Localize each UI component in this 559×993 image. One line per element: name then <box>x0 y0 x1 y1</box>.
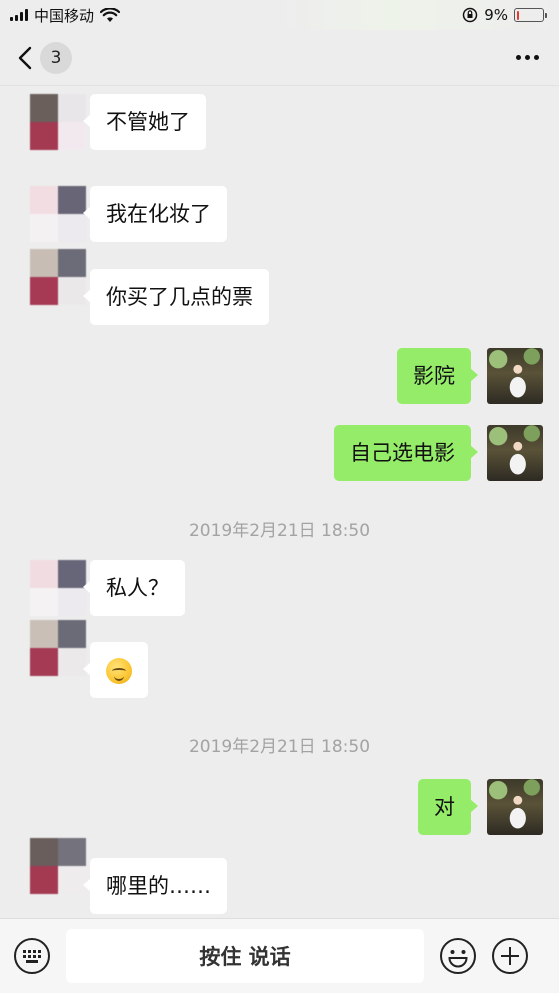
message-row-outgoing: 自己选电影 <box>334 425 543 481</box>
user-avatar[interactable] <box>487 348 543 404</box>
keyboard-toggle-button[interactable] <box>12 936 52 976</box>
message-row-outgoing: 对 <box>418 779 543 835</box>
back-button[interactable]: 3 <box>18 41 72 74</box>
signal-icon <box>10 9 28 21</box>
status-left: 中国移动 <box>10 5 121 26</box>
message-bubble[interactable]: 不管她了 <box>83 94 206 150</box>
message-row-outgoing: 影院 <box>397 348 543 404</box>
hold-to-talk-button[interactable]: 按住 说话 <box>66 929 424 983</box>
battery-icon <box>514 8 547 22</box>
message-bubble[interactable]: 你买了几点的票 <box>83 269 269 325</box>
chat-message-list[interactable]: 不管她了 我在化妆了 你买了几点的票 影院 自己选电影 2019年2月21日 1… <box>0 86 559 918</box>
message-row-incoming: 哪里的…… <box>30 838 227 914</box>
keyboard-icon <box>14 938 50 974</box>
message-bubble[interactable]: 哪里的…… <box>83 858 227 914</box>
status-bar: 中国移动 9% <box>0 0 559 30</box>
message-row-incoming: 私人？ <box>30 560 185 616</box>
smiley-icon <box>440 938 476 974</box>
smiling-face-emoji <box>106 658 132 684</box>
emoji-button[interactable] <box>438 936 478 976</box>
user-avatar[interactable] <box>487 425 543 481</box>
message-bubble[interactable]: 对 <box>418 779 478 835</box>
more-functions-button[interactable] <box>490 936 530 976</box>
contact-avatar[interactable] <box>30 620 86 676</box>
input-bar: 按住 说话 <box>0 918 559 993</box>
message-row-incoming: 我在化妆了 <box>30 186 227 242</box>
message-timestamp: 2019年2月21日 18:50 <box>188 521 371 541</box>
message-row-incoming <box>30 620 148 698</box>
contact-avatar[interactable] <box>30 249 86 305</box>
contact-avatar[interactable] <box>30 560 86 616</box>
message-bubble[interactable]: 影院 <box>397 348 478 404</box>
carrier-name: 中国移动 <box>34 6 95 25</box>
unread-count-badge: 3 <box>40 41 72 74</box>
wifi-icon <box>100 7 121 22</box>
emoji-message-bubble[interactable] <box>83 642 148 698</box>
contact-avatar[interactable] <box>30 838 86 894</box>
battery-percent: 9% <box>484 6 508 24</box>
message-timestamp: 2019年2月21日 18:50 <box>188 737 371 757</box>
message-row-incoming: 不管她了 <box>30 94 206 150</box>
plus-circle-icon <box>492 938 528 974</box>
message-row-incoming: 你买了几点的票 <box>30 249 269 325</box>
contact-avatar[interactable] <box>30 186 86 242</box>
more-dots-icon <box>516 55 521 60</box>
contact-avatar[interactable] <box>30 94 86 150</box>
status-right: 9% <box>462 6 547 24</box>
user-avatar[interactable] <box>487 779 543 835</box>
orientation-lock-icon <box>462 7 478 23</box>
chevron-left-icon <box>18 46 32 69</box>
message-bubble[interactable]: 我在化妆了 <box>83 186 227 242</box>
chat-header: 3 <box>0 30 559 86</box>
message-bubble[interactable]: 自己选电影 <box>334 425 478 481</box>
more-options-button[interactable] <box>510 49 545 66</box>
message-bubble[interactable]: 私人？ <box>83 560 185 616</box>
